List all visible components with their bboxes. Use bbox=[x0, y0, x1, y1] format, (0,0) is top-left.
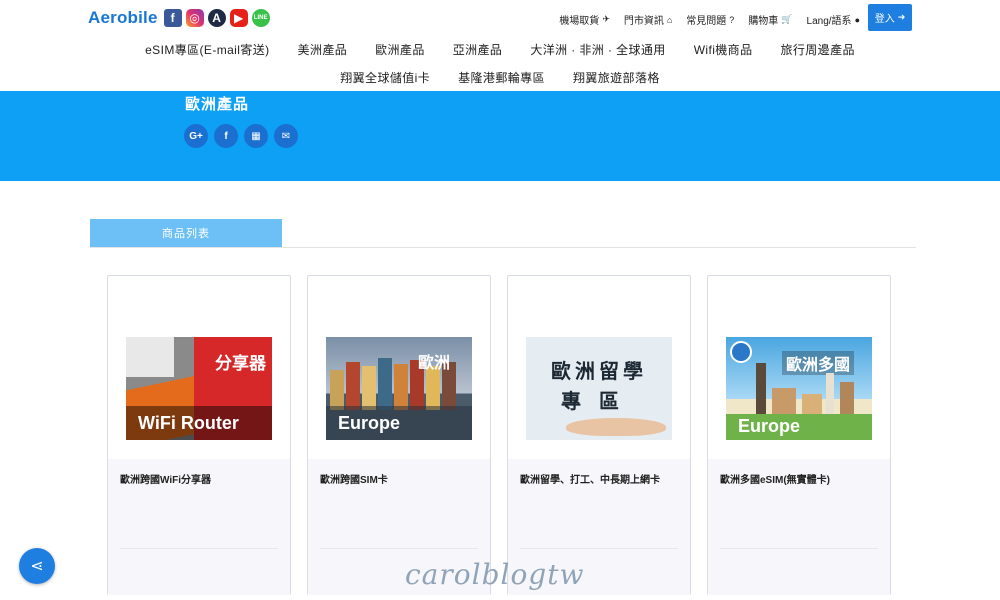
nav-item-europe[interactable]: 歐洲產品 bbox=[375, 41, 425, 58]
top-link-label: 機場取貨 bbox=[559, 16, 600, 27]
top-link-label: 門市資訊 bbox=[623, 16, 664, 27]
home-icon: ⌂ bbox=[666, 14, 673, 25]
image-line-1: 歐洲留學 bbox=[551, 361, 647, 383]
product-image-sim[interactable]: 歐洲 Europe bbox=[326, 337, 472, 440]
nav-item-cruise[interactable]: 基隆港郵輪專區 bbox=[458, 69, 545, 86]
site-header: Aerobile f ◎ A ▶ LINE 機場取貨 ✈ 門市資訊 ⌂ 常見問題… bbox=[0, 0, 1000, 91]
email-icon[interactable]: ✉ bbox=[274, 124, 298, 148]
divider bbox=[720, 548, 878, 549]
top-links: 機場取貨 ✈ 門市資訊 ⌂ 常見問題 ? 購物車 🛒 Lang/語系 ● bbox=[545, 12, 860, 27]
line-icon[interactable]: LINE bbox=[251, 9, 270, 27]
instagram-icon[interactable]: ◎ bbox=[185, 9, 204, 27]
login-label: 登入 bbox=[874, 14, 895, 25]
plane-icon: ✈ bbox=[602, 14, 610, 24]
aerobile-logo[interactable]: Aerobile bbox=[88, 8, 158, 28]
main-nav-row-2: 翔翼全球儲值i卡 基隆港郵輪專區 翔翼旅遊部落格 bbox=[0, 69, 1000, 86]
top-link-airport-pickup[interactable]: 機場取貨 ✈ bbox=[559, 12, 610, 27]
image-label: Europe bbox=[738, 416, 801, 436]
product-name[interactable]: 歐洲留學、打工、中長期上網卡 bbox=[520, 471, 660, 486]
floating-share-button[interactable]: ⋖ bbox=[19, 548, 55, 584]
nav-item-oceania-africa-global[interactable]: 大洋洲 · 非洲 · 全球通用 bbox=[530, 41, 665, 58]
image-tag: 歐洲多國 bbox=[782, 351, 855, 375]
qrcode-icon[interactable]: ▦ bbox=[244, 124, 268, 148]
tw-icon[interactable]: A bbox=[207, 9, 226, 27]
login-button[interactable]: 登入 ➜ bbox=[868, 4, 912, 31]
line-icon-text: LINE bbox=[253, 15, 268, 21]
product-image-study-abroad[interactable]: 歐洲留學 專區 bbox=[526, 337, 672, 440]
product-name[interactable]: 歐洲跨國WiFi分享器 bbox=[120, 471, 211, 486]
top-link-faq[interactable]: 常見問題 ? bbox=[686, 12, 735, 28]
esim-badge-icon bbox=[730, 341, 752, 363]
globe-icon: ● bbox=[854, 14, 860, 25]
sign-in-icon: ➜ bbox=[897, 12, 906, 22]
top-link-label: 購物車 bbox=[748, 16, 779, 27]
product-card[interactable]: 歐洲留學 專區 歐洲留學、打工、中長期上網卡 bbox=[507, 275, 691, 595]
image-label: Europe bbox=[326, 406, 472, 440]
divider bbox=[120, 548, 278, 549]
image-line-2: 專區 bbox=[561, 391, 637, 413]
top-link-store-info[interactable]: 門市資訊 ⌂ bbox=[623, 12, 673, 28]
divider bbox=[320, 548, 478, 549]
product-card[interactable]: 歐洲多國 Europe 歐洲多國eSIM(無實體卡) bbox=[707, 275, 891, 595]
tab-product-list[interactable]: 商品列表 bbox=[90, 219, 282, 247]
main-nav-row-1: eSIM專區(E-mail寄送) 美洲產品 歐洲產品 亞洲產品 大洋洲 · 非洲… bbox=[0, 41, 1000, 58]
product-card[interactable]: 分享器 WiFi Router 歐洲跨國WiFi分享器 bbox=[107, 275, 291, 595]
share-icon: ⋖ bbox=[30, 558, 44, 575]
page-title: 歐洲產品 bbox=[185, 96, 250, 113]
google-plus-icon[interactable]: G+ bbox=[184, 124, 208, 148]
tab-bar: 商品列表 bbox=[90, 219, 916, 248]
logo-row: Aerobile f ◎ A ▶ LINE bbox=[88, 8, 274, 28]
nav-item-blog[interactable]: 翔翼旅遊部落格 bbox=[573, 69, 660, 86]
image-tag: 歐洲 bbox=[417, 355, 450, 372]
image-label: WiFi Router bbox=[126, 406, 272, 440]
nav-item-wifi[interactable]: Wifi機商品 bbox=[694, 41, 753, 58]
facebook-icon[interactable]: f bbox=[163, 9, 182, 27]
top-link-language[interactable]: Lang/語系 ● bbox=[806, 12, 860, 28]
watermark: carolblogtw bbox=[405, 558, 585, 591]
product-card[interactable]: 歐洲 Europe 歐洲跨國SIM卡 bbox=[307, 275, 491, 595]
nav-item-americas[interactable]: 美洲產品 bbox=[298, 41, 348, 58]
top-link-label: 常見問題 bbox=[686, 16, 727, 27]
top-link-cart[interactable]: 購物車 🛒 bbox=[748, 12, 792, 27]
page-banner: 歐洲產品 G+ f ▦ ✉ bbox=[0, 91, 1000, 181]
nav-item-i-card[interactable]: 翔翼全球儲值i卡 bbox=[340, 69, 430, 86]
top-link-label: Lang/語系 bbox=[806, 16, 852, 27]
share-icons: G+ f ▦ ✉ bbox=[184, 124, 304, 148]
divider bbox=[520, 548, 678, 549]
product-image-esim[interactable]: 歐洲多國 Europe bbox=[726, 337, 872, 440]
question-icon: ? bbox=[729, 14, 735, 25]
product-image-wifi-router[interactable]: 分享器 WiFi Router bbox=[126, 337, 272, 440]
cart-icon: 🛒 bbox=[781, 14, 793, 24]
nav-item-esim[interactable]: eSIM專區(E-mail寄送) bbox=[145, 41, 269, 58]
nav-item-asia[interactable]: 亞洲產品 bbox=[453, 41, 503, 58]
nav-item-travel-accessories[interactable]: 旅行周邊產品 bbox=[780, 41, 854, 58]
product-name[interactable]: 歐洲多國eSIM(無實體卡) bbox=[720, 471, 830, 486]
youtube-icon[interactable]: ▶ bbox=[229, 9, 248, 27]
image-tag: 分享器 bbox=[215, 354, 266, 373]
facebook-share-icon[interactable]: f bbox=[214, 124, 238, 148]
product-name[interactable]: 歐洲跨國SIM卡 bbox=[320, 471, 388, 486]
